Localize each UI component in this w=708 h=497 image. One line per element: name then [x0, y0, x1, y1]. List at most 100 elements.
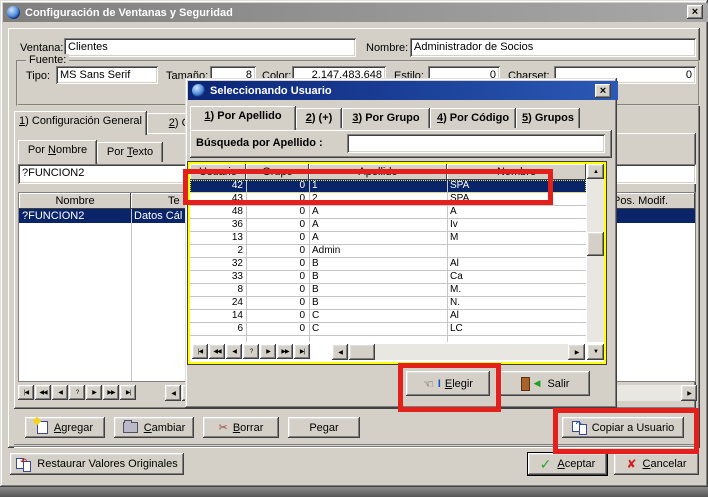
grid-nav: |◀ ◀◀ ◀ ? ▶ ▶▶ ▶|: [192, 344, 320, 360]
nav-button[interactable]: ?: [243, 344, 259, 359]
main-close-button[interactable]: ×: [687, 5, 703, 19]
user-row[interactable]: 43 0 2 SPA: [190, 193, 586, 206]
v-scrollbar-thumb[interactable]: [587, 232, 604, 256]
header-label: Nombre: [55, 195, 94, 207]
nav-button[interactable]: ◀◀: [209, 344, 225, 359]
cell-usuario: 32: [190, 258, 243, 271]
tab-por-grupo[interactable]: 3) Por Grupo: [342, 108, 430, 128]
user-row[interactable]: 32 0 B Al: [190, 258, 586, 271]
column-header-pos-modif[interactable]: Pos. Modif.: [609, 193, 695, 209]
cell-nombre: M: [447, 232, 586, 245]
tab-grupos[interactable]: 5) Grupos: [516, 108, 580, 128]
column-divider: [447, 180, 448, 342]
aceptar-button[interactable]: ✓ Aceptar: [528, 453, 607, 475]
nombre-input[interactable]: Administrador de Socios: [410, 38, 696, 57]
copy-to-user-icon: ↷: [572, 421, 587, 434]
nav-button[interactable]: |◀: [192, 344, 208, 359]
user-row[interactable]: 6 0 C LC: [190, 323, 586, 336]
cell-apellido: A: [309, 206, 446, 219]
dialog-close-button[interactable]: ×: [595, 84, 611, 98]
grid-header-row: Usuario Grupo Apellido Nombre: [190, 164, 586, 180]
column-header-apellido[interactable]: Apellido: [309, 164, 447, 180]
nav-button[interactable]: ▶|: [120, 385, 136, 400]
nav-button[interactable]: ▶: [86, 385, 102, 400]
copiar-a-usuario-button[interactable]: ↷ Copiar a Usuario: [562, 417, 684, 438]
column-header-usuario[interactable]: Usuario: [190, 164, 246, 180]
scroll-right-button[interactable]: ▶: [568, 344, 585, 360]
nav-button-label: ?: [76, 390, 78, 396]
cancelar-button[interactable]: ✘ Cancelar: [614, 453, 699, 475]
column-header-nombre[interactable]: Nombre: [447, 164, 586, 180]
cell-apellido: B: [309, 297, 446, 310]
user-row[interactable]: 13 0 A M: [190, 232, 586, 245]
search-input[interactable]: [347, 134, 605, 153]
cell-usuario: 42: [190, 180, 243, 193]
scroll-right-button[interactable]: ▶: [681, 385, 697, 401]
cell-usuario: 8: [190, 284, 243, 297]
pegar-button[interactable]: Pegar: [288, 417, 360, 438]
nav-button[interactable]: ◀◀: [35, 385, 51, 400]
nav-button[interactable]: ▶|: [294, 344, 310, 359]
column-header-nombre[interactable]: Nombre: [19, 193, 131, 209]
cell-grupo: 0: [246, 232, 305, 245]
restore-icon: ↶: [16, 458, 31, 471]
dialog-titlebar[interactable]: Seleccionando Usuario: [188, 81, 618, 100]
cell-grupo: 0: [246, 206, 305, 219]
borrar-button[interactable]: ✂ Borrar: [203, 417, 279, 438]
cell-nombre: LC: [447, 323, 586, 336]
scroll-left-button[interactable]: ◀: [165, 385, 181, 401]
nav-button[interactable]: ◀: [226, 344, 242, 359]
cambiar-button[interactable]: Cambiar: [114, 417, 194, 438]
background-strip: [0, 487, 708, 497]
cell-apellido: C: [309, 310, 446, 323]
scroll-down-button[interactable]: ▼: [587, 344, 604, 360]
tab-configuracion-general[interactable]: 1) Configuración General: [14, 111, 147, 135]
user-row[interactable]: 2 0 Admin: [190, 245, 586, 258]
cell-usuario: 2: [190, 245, 243, 258]
nav-button[interactable]: ◀: [52, 385, 68, 400]
restaurar-button[interactable]: ↶ Restaurar Valores Originales: [10, 453, 184, 475]
user-row[interactable]: 8 0 B M.: [190, 284, 586, 297]
main-titlebar[interactable]: Configuración de Ventanas y Seguridad: [3, 3, 708, 22]
column-header-grupo[interactable]: Grupo: [246, 164, 309, 180]
user-row[interactable]: 24 0 B N.: [190, 297, 586, 310]
scroll-up-button[interactable]: ▲: [587, 164, 604, 179]
nav-button[interactable]: ▶: [260, 344, 276, 359]
h-scrollbar-thumb[interactable]: [349, 344, 375, 360]
cell-apellido: A: [309, 232, 446, 245]
button-label: Cancelar: [643, 458, 687, 470]
tab-por-codigo[interactable]: 4) Por Código: [430, 108, 516, 128]
nav-button-label: ▶▶: [107, 389, 114, 396]
salir-button[interactable]: ◀ Salir: [500, 371, 590, 396]
scroll-right-icon: ▶: [687, 390, 691, 397]
column-divider: [131, 209, 132, 381]
nav-button[interactable]: ▶▶: [277, 344, 293, 359]
header-label: Pos. Modif.: [613, 195, 668, 207]
h-scrollbar-track[interactable]: [348, 344, 568, 360]
main-window-title: Configuración de Ventanas y Seguridad: [25, 7, 233, 19]
v-scrollbar-track[interactable]: [587, 179, 604, 342]
tab-plus[interactable]: 2) (+): [296, 108, 342, 128]
tab-por-nombre[interactable]: Por Nombre: [18, 140, 97, 164]
cell-nombre: N.: [447, 297, 586, 310]
tab-por-texto[interactable]: Por Texto: [97, 142, 163, 162]
user-row[interactable]: 42 0 1 SPA: [190, 180, 586, 193]
ventana-input[interactable]: Clientes: [64, 38, 356, 57]
tipo-value: MS Sans Serif: [60, 69, 130, 81]
fuente-legend: Fuente:: [26, 54, 69, 66]
user-row[interactable]: 33 0 B Ca: [190, 271, 586, 284]
agregar-button[interactable]: Agregar: [25, 417, 105, 438]
tab-por-apellido[interactable]: 1) Por Apellido: [190, 106, 296, 130]
user-row[interactable]: 14 0 C Al: [190, 310, 586, 323]
nav-button[interactable]: ?: [69, 385, 85, 400]
nav-button[interactable]: |◀: [18, 385, 34, 400]
nav-button[interactable]: ▶▶: [103, 385, 119, 400]
cell-apellido: C: [309, 323, 446, 336]
elegir-button[interactable]: ☜ I Elegir: [406, 371, 490, 396]
user-row[interactable]: 36 0 A Iv: [190, 219, 586, 232]
user-row[interactable]: 48 0 A A: [190, 206, 586, 219]
button-label: Agregar: [54, 422, 93, 434]
scroll-left-button[interactable]: ◀: [332, 344, 348, 360]
tipo-input[interactable]: MS Sans Serif: [56, 66, 158, 84]
button-label: Salir: [547, 378, 569, 390]
